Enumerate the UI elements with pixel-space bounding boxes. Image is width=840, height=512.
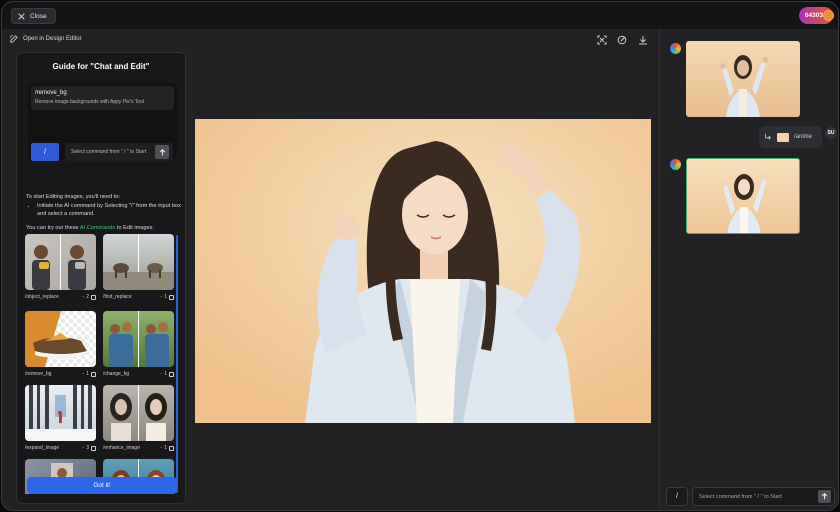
example-card-change-bg[interactable]: /change_bg - 1 bbox=[103, 311, 174, 377]
example-card-object-replace[interactable]: /object_replace - 2 bbox=[25, 234, 96, 300]
edit-badge-icon[interactable] bbox=[617, 35, 627, 45]
guide-instructions: To start Editing images, you'll need to:… bbox=[26, 193, 181, 218]
open-design-editor-label: Open in Design Editor bbox=[23, 36, 82, 42]
arrow-up-icon bbox=[821, 493, 828, 500]
card-count: 2 bbox=[86, 294, 89, 300]
download-icon[interactable] bbox=[638, 35, 648, 45]
images-icon bbox=[91, 371, 96, 377]
command-examples-grid: /object_replace - 2 /find_replace - 1 /rem… bbox=[25, 234, 182, 494]
try-suffix: to Edit images: bbox=[115, 225, 154, 231]
chat-image-anime[interactable] bbox=[686, 158, 800, 234]
close-button[interactable]: Close bbox=[11, 8, 56, 24]
edit-icon bbox=[10, 35, 18, 43]
slash-button[interactable]: / bbox=[31, 143, 59, 161]
command-description: Remove image backgrounds with Appy Pie's… bbox=[35, 99, 144, 105]
intro-text: To start Editing images, you'll need to: bbox=[26, 194, 121, 200]
chat-slash-button[interactable]: / bbox=[666, 487, 688, 506]
example-card-enhance-image[interactable]: /enhance_image - 1 bbox=[103, 385, 174, 451]
example-thumbnail bbox=[103, 385, 174, 441]
app-window: Close 64303 Open in Design Editor Guide … bbox=[1, 1, 839, 511]
count-prefix: - bbox=[82, 445, 85, 451]
user-command: /anime bbox=[794, 134, 813, 140]
card-label: /enhance_image bbox=[103, 445, 140, 451]
example-thumbnail bbox=[25, 234, 96, 290]
card-count: 1 bbox=[164, 445, 167, 451]
count-prefix: - bbox=[82, 294, 85, 300]
images-icon bbox=[91, 445, 96, 451]
try-commands-text: You can try our these AI Commands to Edi… bbox=[26, 225, 154, 231]
close-icon bbox=[18, 12, 25, 20]
image-reference-thumb bbox=[777, 132, 789, 142]
top-bar: Close 64303 bbox=[2, 2, 838, 29]
reply-arrow-icon bbox=[765, 133, 771, 140]
images-icon bbox=[169, 371, 174, 377]
main-canvas-image bbox=[195, 119, 651, 423]
example-card-expand-image[interactable]: /expand_image - 3 bbox=[25, 385, 96, 451]
credits-badge[interactable]: 64303 bbox=[798, 7, 834, 24]
example-thumbnail bbox=[25, 385, 96, 441]
example-card-remove-bg[interactable]: /remove_bg - 1 bbox=[25, 311, 96, 377]
ai-commands-link[interactable]: AI Commands bbox=[80, 225, 115, 231]
credits-count: 64303 bbox=[804, 12, 823, 19]
try-prefix: You can try our these bbox=[26, 225, 80, 231]
count-prefix: - bbox=[160, 445, 163, 451]
card-label: /change_bg bbox=[103, 371, 130, 377]
bot-avatar bbox=[670, 159, 681, 170]
card-count: 3 bbox=[86, 445, 89, 451]
example-thumbnail bbox=[103, 311, 174, 367]
guide-send-button[interactable] bbox=[155, 145, 169, 159]
command-name: /remove_bg bbox=[35, 90, 67, 96]
guide-title: Guide for "Chat and Edit" bbox=[52, 62, 150, 71]
count-prefix: - bbox=[160, 294, 163, 300]
chat-panel-divider bbox=[659, 29, 660, 510]
count-prefix: - bbox=[160, 371, 163, 377]
example-card-find-replace[interactable]: /find_replace - 1 bbox=[103, 234, 174, 300]
fit-screen-icon[interactable] bbox=[597, 35, 607, 45]
got-it-button[interactable]: Got it! bbox=[27, 477, 177, 494]
close-label: Close bbox=[30, 12, 47, 20]
user-message: /anime bbox=[759, 126, 822, 148]
user-avatar: SU bbox=[825, 127, 837, 139]
profile-avatar[interactable] bbox=[823, 10, 834, 21]
count-prefix: - bbox=[82, 371, 85, 377]
images-icon bbox=[169, 294, 174, 300]
intro-bullet: Initiate the AI command by Selecting "/"… bbox=[37, 202, 181, 218]
card-label: /find_replace bbox=[103, 294, 132, 300]
chat-command-input[interactable]: Select command from " / " to Start bbox=[692, 487, 835, 506]
open-design-editor-link[interactable]: Open in Design Editor bbox=[10, 35, 82, 43]
card-label: /object_replace bbox=[25, 294, 59, 300]
bot-avatar bbox=[670, 43, 681, 54]
example-thumbnail bbox=[25, 311, 96, 367]
chat-send-button[interactable] bbox=[818, 490, 831, 503]
guide-scrollbar[interactable] bbox=[176, 235, 178, 493]
arrow-up-icon bbox=[159, 148, 165, 155]
command-suggestion[interactable]: /remove_bg Remove image backgrounds with… bbox=[31, 86, 174, 110]
command-preview: /remove_bg Remove image backgrounds with… bbox=[28, 83, 177, 161]
card-label: /remove_bg bbox=[25, 371, 52, 377]
card-count: 1 bbox=[86, 371, 89, 377]
images-icon bbox=[91, 294, 96, 300]
images-icon bbox=[169, 445, 174, 451]
card-label: /expand_image bbox=[25, 445, 60, 451]
card-count: 1 bbox=[164, 371, 167, 377]
card-count: 1 bbox=[164, 294, 167, 300]
guide-panel: Guide for "Chat and Edit" /remove_bg Rem… bbox=[16, 52, 186, 504]
example-thumbnail bbox=[103, 234, 174, 290]
chat-image-original[interactable] bbox=[686, 41, 800, 117]
